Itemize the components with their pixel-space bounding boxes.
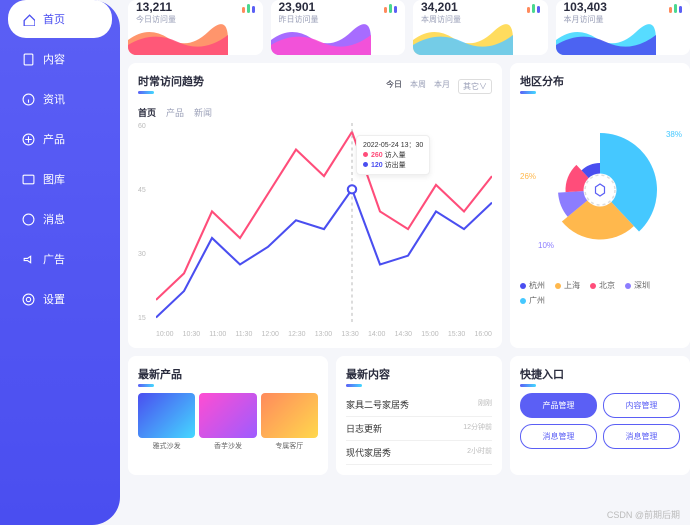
legend-item: 广州 <box>520 295 545 306</box>
image-icon <box>22 173 35 186</box>
stat-card-3[interactable]: 103,403本月访问量 <box>556 0 690 55</box>
content-row-title: 现代家居秀 <box>346 446 391 459</box>
nav-label: 资讯 <box>43 91 65 107</box>
bars-icon <box>527 4 540 13</box>
nav-doc[interactable]: 内容 <box>8 40 112 78</box>
pie-chart: 38% 26% 10% <box>520 100 680 280</box>
content-row-title: 日志更新 <box>346 422 382 435</box>
legend-item: 上海 <box>555 280 580 291</box>
pie-legend: 杭州上海北京深圳广州 <box>520 280 680 306</box>
product-item-0[interactable]: 雅式沙发 <box>138 393 195 451</box>
content-title: 最新内容 <box>346 366 492 382</box>
sidebar: 首页内容资讯产品图库消息广告设置 <box>0 0 120 525</box>
content-row-time: 2小时前 <box>467 446 492 459</box>
region-panel: 地区分布 38% 26% 10% 杭州上海北京深圳广州 <box>510 63 690 348</box>
legend-item: 杭州 <box>520 280 545 291</box>
quick-btn-1[interactable]: 内容管理 <box>603 393 680 418</box>
legend-item: 北京 <box>590 280 615 291</box>
nav-label: 内容 <box>43 51 65 67</box>
trend-title: 时常访问趋势 <box>138 73 204 89</box>
time-tab-2[interactable]: 本月 <box>434 79 450 94</box>
chart-tooltip: 2022-05-24 13：30 260 访入量 120 访出量 <box>356 135 430 175</box>
product-image <box>138 393 195 438</box>
product-item-2[interactable]: 专属客厅 <box>261 393 318 451</box>
nav-label: 设置 <box>43 291 65 307</box>
time-tab-1[interactable]: 本周 <box>410 79 426 94</box>
products-title: 最新产品 <box>138 366 318 382</box>
home-icon <box>22 13 35 26</box>
product-image <box>261 393 318 438</box>
content-row-0[interactable]: 家具二号家居秀 刚刚 <box>346 393 492 417</box>
line-chart: 60453015 2022-05-24 13：30 260 访入量 120 访出… <box>138 123 492 338</box>
sub-tab-1[interactable]: 产品 <box>166 106 184 119</box>
quick-btn-3[interactable]: 消息管理 <box>603 424 680 449</box>
stat-card-1[interactable]: 23,901昨日访问量 <box>271 0 406 55</box>
speaker-icon <box>22 253 35 266</box>
nav-speaker[interactable]: 广告 <box>8 240 112 278</box>
sub-tab-2[interactable]: 新闻 <box>194 106 212 119</box>
watermark: CSDN @前期后期 <box>607 508 680 521</box>
time-tabs: 今日本周本月其它∨ <box>386 79 492 94</box>
cube-icon <box>22 133 35 146</box>
time-selector[interactable]: 其它∨ <box>458 79 492 94</box>
product-item-1[interactable]: 香芋沙发 <box>199 393 256 451</box>
product-name: 专属客厅 <box>261 441 318 451</box>
time-tab-0[interactable]: 今日 <box>386 79 402 94</box>
main: 13,211今日访问量23,901昨日访问量34,201本周访问量103,403… <box>120 0 690 525</box>
product-name: 香芋沙发 <box>199 441 256 451</box>
sub-tab-0[interactable]: 首页 <box>138 106 156 119</box>
nav-label: 首页 <box>43 11 65 27</box>
content-row-title: 家具二号家居秀 <box>346 398 409 411</box>
stat-card-0[interactable]: 13,211今日访问量 <box>128 0 263 55</box>
nav-info[interactable]: 资讯 <box>8 80 112 118</box>
nav-label: 图库 <box>43 171 65 187</box>
content-row-1[interactable]: 日志更新 12分钟前 <box>346 417 492 441</box>
content-row-2[interactable]: 现代家居秀 2小时前 <box>346 441 492 465</box>
nav-label: 消息 <box>43 211 65 227</box>
doc-icon <box>22 53 35 66</box>
sub-tabs: 首页产品新闻 <box>138 106 492 119</box>
content-row-time: 12分钟前 <box>463 422 492 435</box>
legend-item: 深圳 <box>625 280 650 291</box>
region-title: 地区分布 <box>520 73 680 89</box>
bell-icon <box>22 213 35 226</box>
quick-btn-2[interactable]: 消息管理 <box>520 424 597 449</box>
nav-cube[interactable]: 产品 <box>8 120 112 158</box>
nav-label: 产品 <box>43 131 65 147</box>
nav-bell[interactable]: 消息 <box>8 200 112 238</box>
nav-home[interactable]: 首页 <box>8 0 112 38</box>
product-name: 雅式沙发 <box>138 441 195 451</box>
content-row-time: 刚刚 <box>478 398 492 411</box>
bars-icon <box>669 4 682 13</box>
nav-gear[interactable]: 设置 <box>8 280 112 318</box>
quick-panel: 快捷入口 产品管理内容管理消息管理消息管理 <box>510 356 690 475</box>
trend-panel: 时常访问趋势 今日本周本月其它∨ 首页产品新闻 60453015 2022-05… <box>128 63 502 348</box>
gear-icon <box>22 293 35 306</box>
underline <box>138 91 154 94</box>
bars-icon <box>242 4 255 13</box>
quick-title: 快捷入口 <box>520 366 680 382</box>
nav-image[interactable]: 图库 <box>8 160 112 198</box>
nav-label: 广告 <box>43 251 65 267</box>
content-panel: 最新内容 家具二号家居秀 刚刚日志更新 12分钟前现代家居秀 2小时前 <box>336 356 502 475</box>
product-image <box>199 393 256 438</box>
products-panel: 最新产品 雅式沙发香芋沙发专属客厅 <box>128 356 328 475</box>
quick-btn-0[interactable]: 产品管理 <box>520 393 597 418</box>
stat-card-2[interactable]: 34,201本周访问量 <box>413 0 548 55</box>
bars-icon <box>384 4 397 13</box>
tooltip-date: 2022-05-24 13：30 <box>363 140 423 150</box>
info-icon <box>22 93 35 106</box>
stats-row: 13,211今日访问量23,901昨日访问量34,201本周访问量103,403… <box>128 0 690 55</box>
